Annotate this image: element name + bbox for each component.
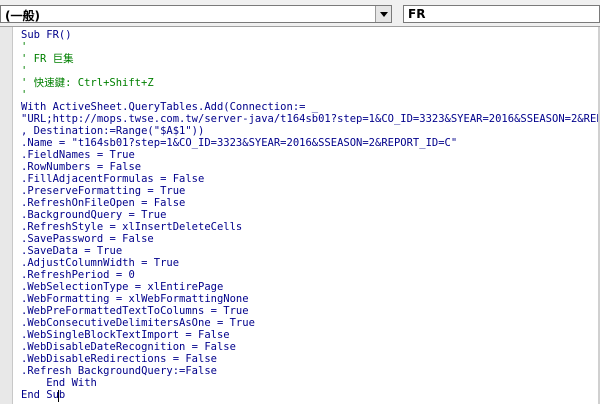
code-line[interactable]: End With [21,377,600,389]
procedure-dropdown[interactable]: FR [403,5,600,23]
code-line[interactable]: .WebSelectionType = xlEntirePage [21,281,600,293]
comment-line[interactable]: ' 快速鍵: Ctrl+Shift+Z [21,77,600,89]
code-line[interactable]: .WebDisableRedirections = False [21,353,600,365]
code-line[interactable]: .SaveData = True [21,245,600,257]
margin-indicator-bar[interactable] [0,27,13,404]
object-dropdown-value: (一般) [5,9,40,23]
code-line[interactable]: .WebPreFormattedTextToColumns = True [21,305,600,317]
code-line[interactable]: .WebSingleBlockTextImport = False [21,329,600,341]
code-line[interactable]: .AdjustColumnWidth = True [21,257,600,269]
comment-line[interactable]: ' [21,89,600,101]
chevron-down-icon[interactable] [375,6,391,22]
text-cursor [58,390,59,402]
code-line[interactable]: End Sub [21,389,600,401]
code-line[interactable]: .WebDisableDateRecognition = False [21,341,600,353]
code-line[interactable]: .RefreshStyle = xlInsertDeleteCells [21,221,600,233]
code-editor[interactable]: Sub FR() ' ' FR 巨集 ' ' 快速鍵: Ctrl+Shift+Z ' Wit… [21,29,600,404]
comment-line[interactable]: ' FR 巨集 [21,53,600,65]
code-line[interactable]: .FieldNames = True [21,149,600,161]
code-line[interactable]: .BackgroundQuery = True [21,209,600,221]
code-line[interactable]: .Name = "t164sb01?step=1&CO_ID=3323&SYEA… [21,137,600,149]
object-dropdown[interactable]: (一般) [0,5,392,23]
code-line[interactable]: , Destination:=Range("$A$1")) [21,125,600,137]
code-line[interactable]: .SavePassword = False [21,233,600,245]
code-line[interactable]: .WebFormatting = xlWebFormattingNone [21,293,600,305]
code-line[interactable]: "URL;http://mops.twse.com.tw/server-java… [21,113,600,125]
code-line[interactable]: .RefreshPeriod = 0 [21,269,600,281]
code-line[interactable]: .PreserveFormatting = True [21,185,600,197]
code-line[interactable]: .RefreshOnFileOpen = False [21,197,600,209]
code-line[interactable]: With ActiveSheet.QueryTables.Add(Connect… [21,101,600,113]
code-window-toolbar: (一般) FR [0,0,600,27]
code-line[interactable]: .FillAdjacentFormulas = False [21,173,600,185]
comment-line[interactable]: ' [21,41,600,53]
code-line[interactable]: .WebConsecutiveDelimitersAsOne = True [21,317,600,329]
comment-line[interactable]: ' [21,65,600,77]
code-line[interactable]: .Refresh BackgroundQuery:=False [21,365,600,377]
code-line[interactable]: Sub FR() [21,29,600,41]
procedure-dropdown-value: FR [408,7,426,21]
code-line[interactable]: .RowNumbers = False [21,161,600,173]
